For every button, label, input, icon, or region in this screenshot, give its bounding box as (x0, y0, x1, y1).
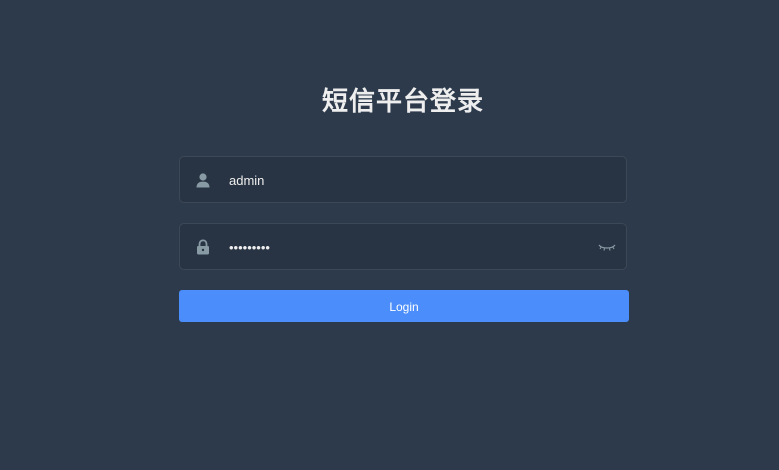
username-input[interactable]: admin (229, 157, 264, 204)
username-field[interactable]: admin (179, 156, 627, 203)
eye-closed-icon[interactable] (598, 240, 616, 254)
lock-icon (195, 239, 211, 255)
password-field[interactable]: ••••••••• (179, 223, 627, 270)
password-input[interactable]: ••••••••• (229, 224, 270, 271)
page-title: 短信平台登录 (321, 87, 484, 117)
user-icon (195, 172, 211, 188)
login-button[interactable]: Login (179, 290, 629, 322)
login-page: 短信平台登录 admin ••••••••• Login (0, 0, 779, 470)
